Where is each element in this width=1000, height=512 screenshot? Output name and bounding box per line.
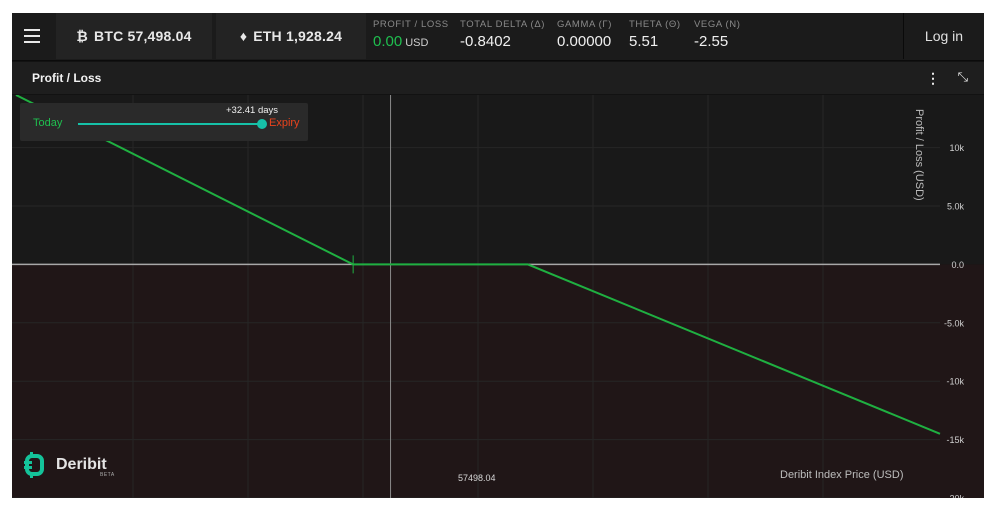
stat-profit-loss: PROFIT / LOSS 0.00 USD — [373, 19, 449, 50]
more-options-icon[interactable]: ⋮ — [926, 70, 940, 87]
btc-price: BTC 57,498.04 — [94, 28, 192, 44]
btc-ticker[interactable]: ₿ BTC 57,498.04 — [56, 13, 212, 59]
y-tick-label: -15k — [946, 435, 964, 445]
time-slider-handle[interactable] — [257, 119, 267, 129]
deribit-logo-icon — [24, 452, 44, 478]
deribit-logo: Deribit BETA — [24, 452, 114, 478]
hamburger-icon — [24, 27, 40, 45]
time-slider-legend: Today +32.41 days Expiry — [20, 103, 308, 141]
stat-label: THETA (Θ) — [629, 19, 681, 30]
stat-value: 0.00000 — [557, 33, 612, 50]
x-axis-title: Deribit Index Price (USD) — [780, 469, 904, 481]
y-axis-title-text: Profit / Loss (USD) — [913, 109, 925, 201]
current-price-label: 57498.04 — [458, 473, 496, 483]
legend-days-label: +32.41 days — [226, 105, 279, 116]
logo-tag: BETA — [100, 472, 115, 478]
y-tick-label: -10k — [946, 377, 964, 387]
stat-vega: VEGA (Ν) -2.55 — [694, 19, 741, 50]
stat-theta: THETA (Θ) 5.51 — [629, 19, 681, 50]
y-tick-label: 0.0 — [951, 260, 964, 270]
stat-label: VEGA (Ν) — [694, 19, 741, 30]
stat-value: 0.00 — [373, 33, 403, 50]
top-bar: ₿ BTC 57,498.04 ♦ ETH 1,928.24 PROFIT / … — [12, 13, 984, 61]
stat-total-delta: TOTAL DELTA (Δ) -0.8402 — [460, 19, 545, 50]
time-slider-track[interactable] — [78, 123, 261, 125]
eth-price: ETH 1,928.24 — [253, 28, 343, 44]
app-window: ₿ BTC 57,498.04 ♦ ETH 1,928.24 PROFIT / … — [12, 13, 984, 498]
stat-label: GAMMA (Γ) — [557, 19, 612, 30]
y-tick-label: -20k — [946, 494, 964, 499]
panel-header: Profit / Loss ⋮ ⤡ — [12, 62, 984, 94]
stat-gamma: GAMMA (Γ) 0.00000 — [557, 19, 612, 50]
stat-value: -0.8402 — [460, 33, 511, 50]
y-axis-title: Profit / Loss (USD) — [912, 109, 926, 229]
y-tick-label: 5.0k — [947, 201, 965, 211]
bitcoin-icon: ₿ — [76, 28, 89, 44]
y-tick-label: -5.0k — [944, 318, 965, 328]
stat-label: PROFIT / LOSS — [373, 19, 449, 30]
stat-unit: USD — [405, 37, 429, 49]
legend-today-label: Today — [33, 117, 63, 129]
ethereum-icon: ♦ — [239, 28, 248, 44]
collapse-icon[interactable]: ⤡ — [958, 69, 968, 85]
chart-svg: 10k 5.0k 0.0 -5.0k -10k -15k -20k — [12, 94, 984, 499]
y-tick-label: 10k — [949, 143, 964, 153]
legend-expiry-label: Expiry — [269, 117, 300, 129]
stat-value: -2.55 — [694, 33, 729, 50]
profit-loss-chart[interactable]: 10k 5.0k 0.0 -5.0k -10k -15k -20k Today +32.41… — [12, 94, 984, 499]
menu-button[interactable] — [12, 13, 52, 59]
panel-title: Profit / Loss — [32, 71, 102, 85]
stat-value: 5.51 — [629, 33, 659, 50]
stat-label: TOTAL DELTA (Δ) — [460, 19, 546, 30]
eth-ticker[interactable]: ♦ ETH 1,928.24 — [216, 13, 366, 59]
login-button[interactable]: Log in — [903, 13, 984, 59]
